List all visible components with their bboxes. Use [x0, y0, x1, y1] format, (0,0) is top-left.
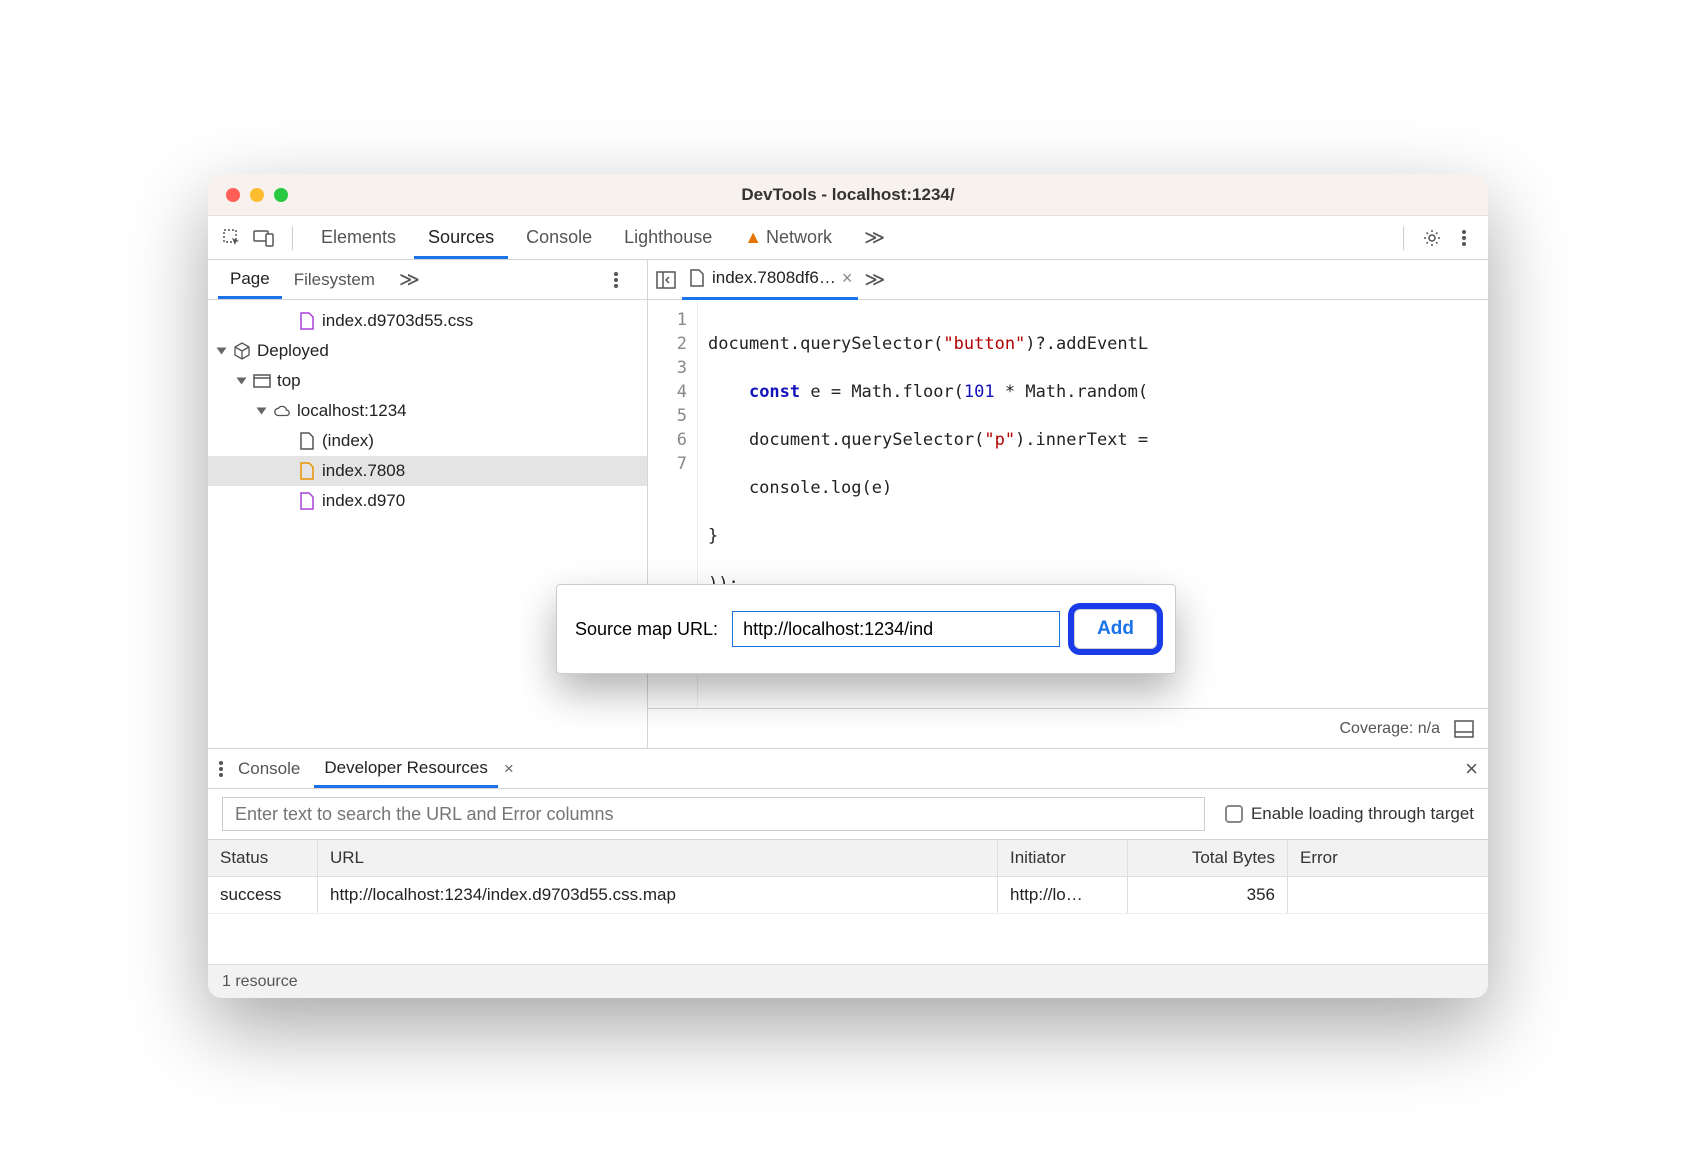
tab-lighthouse[interactable]: Lighthouse: [610, 217, 726, 258]
more-menu-icon[interactable]: [1450, 224, 1478, 252]
drawer: Console Developer Resources × × Enable l…: [208, 748, 1488, 998]
sidebar-tabs-overflow[interactable]: ≫: [387, 260, 432, 301]
editor-tab[interactable]: index.7808df6… ×: [682, 260, 858, 300]
coverage-label: Coverage: n/a: [1339, 720, 1440, 738]
editor-status: Coverage: n/a: [648, 708, 1488, 748]
editor-panel: index.7808df6… × ≫ 1 2 3 4 5 6 7 documen…: [648, 260, 1488, 748]
file-tree-group[interactable]: Deployed: [208, 336, 647, 366]
drawer-tab-console[interactable]: Console: [228, 750, 310, 788]
col-url[interactable]: URL: [318, 840, 998, 876]
css-file-icon: [298, 492, 316, 510]
sidebar-tab-page[interactable]: Page: [218, 260, 282, 299]
close-window-icon[interactable]: [226, 188, 240, 202]
table-row[interactable]: success http://localhost:1234/index.d970…: [208, 877, 1488, 914]
css-file-icon: [298, 312, 316, 330]
close-drawer-icon[interactable]: ×: [1465, 756, 1478, 782]
file-tree: index.d9703d55.css Deployed top localhos…: [208, 300, 647, 748]
drawer-tab-resources[interactable]: Developer Resources: [314, 749, 497, 788]
cloud-icon: [273, 402, 291, 420]
details-pane-icon[interactable]: [1454, 720, 1474, 738]
settings-icon[interactable]: [1418, 224, 1446, 252]
checkbox-icon: [1225, 805, 1243, 823]
sourcemap-dialog: Source map URL: Add: [556, 584, 1176, 674]
editor-tabs-overflow[interactable]: ≫: [864, 267, 885, 292]
file-tree-top[interactable]: top: [208, 366, 647, 396]
js-file-icon: [298, 462, 316, 480]
window-icon: [253, 372, 271, 390]
resources-search-input[interactable]: [222, 797, 1205, 831]
file-tree-domain[interactable]: localhost:1234: [208, 396, 647, 426]
sidebar-tab-filesystem[interactable]: Filesystem: [282, 261, 387, 299]
document-icon: [298, 432, 316, 450]
tab-network[interactable]: ▲Network: [730, 217, 846, 258]
sourcemap-url-input[interactable]: [732, 611, 1060, 647]
expand-icon: [237, 378, 247, 385]
close-drawer-tab-icon[interactable]: ×: [504, 759, 514, 779]
window-title: DevTools - localhost:1234/: [208, 185, 1488, 205]
drawer-footer: 1 resource: [208, 964, 1488, 998]
maximize-window-icon[interactable]: [274, 188, 288, 202]
close-tab-icon[interactable]: ×: [842, 268, 853, 289]
expand-icon: [257, 408, 267, 415]
col-error[interactable]: Error: [1288, 840, 1488, 876]
sources-sidebar: Page Filesystem ≫ index.d9703d55.css Dep…: [208, 260, 648, 748]
tab-console[interactable]: Console: [512, 217, 606, 258]
file-tree-item[interactable]: index.d9703d55.css: [208, 306, 647, 336]
col-status[interactable]: Status: [208, 840, 318, 876]
devtools-window: DevTools - localhost:1234/ Elements Sour…: [208, 174, 1488, 998]
add-button[interactable]: Add: [1074, 609, 1157, 649]
main-toolbar: Elements Sources Console Lighthouse ▲Net…: [208, 216, 1488, 260]
enable-loading-checkbox[interactable]: Enable loading through target: [1225, 804, 1474, 824]
file-tree-item-selected[interactable]: index.7808: [208, 456, 647, 486]
sourcemap-label: Source map URL:: [575, 619, 718, 640]
toggle-navigator-icon[interactable]: [656, 271, 676, 289]
minimize-window-icon[interactable]: [250, 188, 264, 202]
device-toolbar-icon[interactable]: [250, 224, 278, 252]
inspect-icon[interactable]: [218, 224, 246, 252]
tabs-overflow[interactable]: ≫: [850, 215, 899, 260]
expand-icon: [217, 348, 227, 355]
tab-sources[interactable]: Sources: [414, 217, 508, 259]
tab-elements[interactable]: Elements: [307, 217, 410, 258]
file-tree-item[interactable]: (index): [208, 426, 647, 456]
warning-icon: ▲: [744, 227, 762, 247]
drawer-more-icon[interactable]: [218, 760, 224, 778]
cube-icon: [233, 342, 251, 360]
document-icon: [688, 269, 706, 287]
sidebar-more-icon[interactable]: [613, 271, 641, 289]
file-tree-item[interactable]: index.d970: [208, 486, 647, 516]
col-bytes[interactable]: Total Bytes: [1128, 840, 1288, 876]
resources-table: Status URL Initiator Total Bytes Error s…: [208, 840, 1488, 964]
col-initiator[interactable]: Initiator: [998, 840, 1128, 876]
titlebar: DevTools - localhost:1234/: [208, 174, 1488, 216]
